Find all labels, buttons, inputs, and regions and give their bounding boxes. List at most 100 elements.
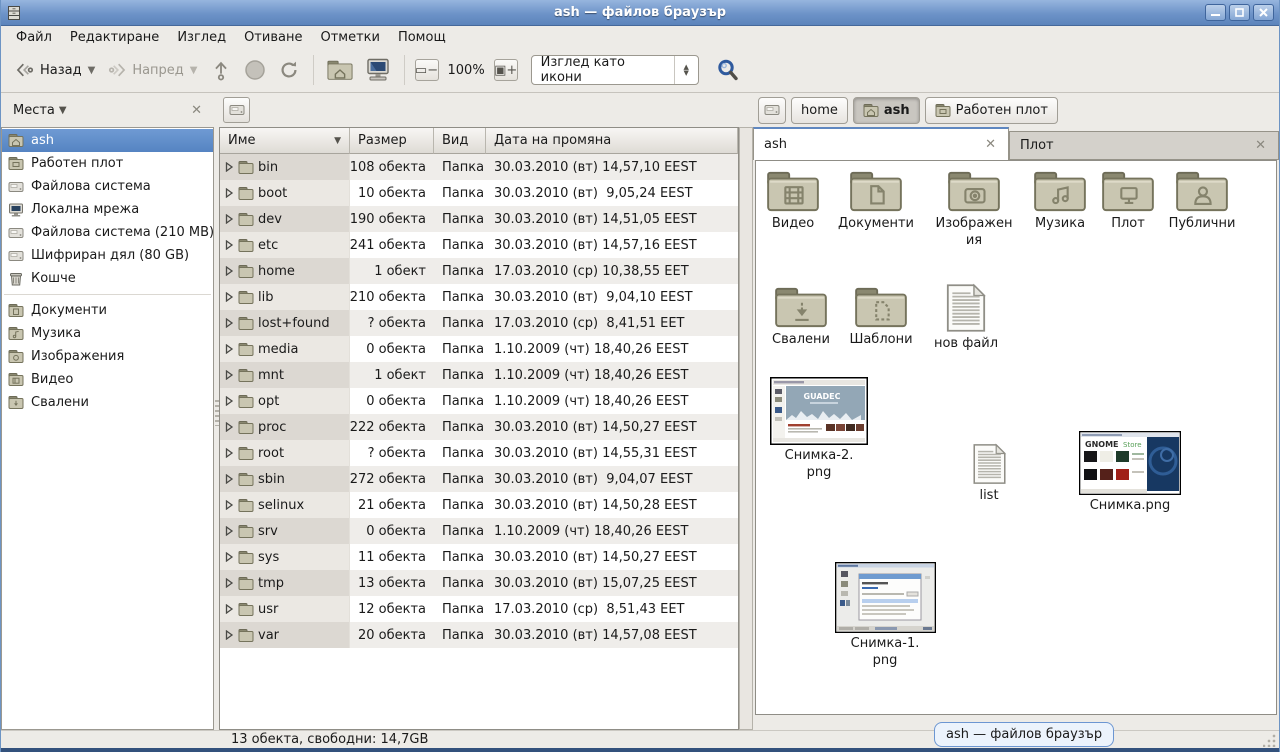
file-item---1.png[interactable]: Снимка-1.png — [829, 562, 941, 670]
back-button[interactable]: Назад ▼ — [9, 55, 101, 85]
table-row[interactable]: lib210 обектаПапка30.03.2010 (вт) 9,04,1… — [220, 284, 738, 310]
tree-expander-icon[interactable] — [224, 370, 234, 380]
stop-button[interactable] — [238, 54, 272, 86]
table-row[interactable]: opt0 обектаПапка1.10.2009 (чт) 18,40,26 … — [220, 388, 738, 414]
tree-expander-icon[interactable] — [224, 396, 234, 406]
pathbar-desktop-button[interactable]: Работен плот — [925, 97, 1058, 124]
file-item-list[interactable]: list — [949, 443, 1029, 505]
table-row[interactable]: bin108 обектаПапка30.03.2010 (вт) 14,57,… — [220, 154, 738, 180]
sidebar-item-downloads[interactable]: Свалени — [2, 391, 213, 414]
pathbar-root-button[interactable] — [758, 97, 786, 124]
tree-root-button[interactable] — [223, 97, 250, 123]
table-row[interactable]: var20 обектаПапка30.03.2010 (вт) 14,57,0… — [220, 622, 738, 648]
search-button[interactable] — [713, 55, 743, 85]
menu-item-bookmarks[interactable]: Отметки — [311, 28, 388, 47]
zoom-out-button[interactable]: ▭− — [415, 59, 439, 81]
places-select[interactable]: Места — [13, 103, 55, 118]
table-row[interactable]: tmp13 обектаПапка30.03.2010 (вт) 15,07,2… — [220, 570, 738, 596]
table-row[interactable]: home1 обектПапка17.03.2010 (ср) 10,38,55… — [220, 258, 738, 284]
sidebar-item-ash[interactable]: ash — [2, 129, 213, 152]
menu-item-file[interactable]: Файл — [7, 28, 61, 47]
sidebar-item-trash[interactable]: Кошче — [2, 267, 213, 290]
sidebar-close-button[interactable]: ✕ — [188, 102, 205, 119]
tree-expander-icon[interactable] — [224, 162, 234, 172]
view-mode-select[interactable]: Изглед като икони ▲▼ — [531, 55, 699, 85]
file-item--[interactable]: Свалени — [760, 285, 842, 349]
sidebar-item-desktop[interactable]: Работен плот — [2, 152, 213, 175]
resize-grip[interactable] — [1263, 733, 1277, 747]
tree-scrollbar[interactable] — [739, 127, 753, 730]
file-item--[interactable]: Видео — [757, 169, 829, 233]
sidebar-item-encrypted-80gb[interactable]: Шифриран дял (80 GB) — [2, 244, 213, 267]
table-row[interactable]: sbin272 обектаПапка30.03.2010 (вт) 9,04,… — [220, 466, 738, 492]
menu-item-edit[interactable]: Редактиране — [61, 28, 168, 47]
tree-expander-icon[interactable] — [224, 240, 234, 250]
column-header-name[interactable]: Име▼ — [220, 128, 350, 154]
reload-button[interactable] — [272, 54, 306, 86]
computer-button[interactable] — [359, 52, 397, 88]
maximize-button[interactable] — [1229, 4, 1250, 21]
table-row[interactable]: sys11 обектаПапка30.03.2010 (вт) 14,50,2… — [220, 544, 738, 570]
file-item--[interactable]: Плот — [1093, 169, 1163, 233]
tree-expander-icon[interactable] — [224, 578, 234, 588]
table-row[interactable]: dev190 обектаПапка30.03.2010 (вт) 14,51,… — [220, 206, 738, 232]
file-item--[interactable]: Документи — [830, 169, 922, 233]
tree-expander-icon[interactable] — [224, 448, 234, 458]
file-item--[interactable]: Музика — [1020, 169, 1100, 233]
sidebar-item-filesystem[interactable]: Файлова система — [2, 175, 213, 198]
back-dropdown-icon[interactable]: ▼ — [88, 65, 96, 76]
tree-expander-icon[interactable] — [224, 630, 234, 640]
sidebar-item-music[interactable]: Музика — [2, 322, 213, 345]
tree-expander-icon[interactable] — [224, 500, 234, 510]
file-item--.png[interactable]: GNOME Store Снимка.png — [1068, 431, 1192, 515]
tree-expander-icon[interactable] — [224, 422, 234, 432]
table-row[interactable]: usr12 обектаПапка17.03.2010 (ср) 8,51,43… — [220, 596, 738, 622]
tree-expander-icon[interactable] — [224, 214, 234, 224]
tree-expander-icon[interactable] — [224, 292, 234, 302]
zoom-in-button[interactable]: ▣+ — [494, 59, 518, 81]
tab-plot[interactable]: Плот✕ — [1009, 131, 1279, 160]
close-button[interactable] — [1253, 4, 1274, 21]
table-row[interactable]: srv0 обектаПапка1.10.2009 (чт) 18,40,26 … — [220, 518, 738, 544]
tree-expander-icon[interactable] — [224, 552, 234, 562]
tree-expander-icon[interactable] — [224, 318, 234, 328]
forward-dropdown-icon[interactable]: ▼ — [190, 65, 198, 76]
file-item---2.png[interactable]: GUADEC Снимка-2.png — [764, 377, 874, 482]
menu-item-view[interactable]: Изглед — [168, 28, 235, 47]
file-item--[interactable]: нов файл — [925, 283, 1007, 353]
table-row[interactable]: selinux21 обектаПапка30.03.2010 (вт) 14,… — [220, 492, 738, 518]
sidebar-item-documents[interactable]: Документи — [2, 299, 213, 322]
column-header-size[interactable]: Размер — [350, 128, 434, 154]
menu-item-go[interactable]: Отиване — [235, 28, 311, 47]
file-item--[interactable]: Шаблони — [840, 285, 922, 349]
table-row[interactable]: media0 обектаПапка1.10.2009 (чт) 18,40,2… — [220, 336, 738, 362]
tab-close-icon[interactable]: ✕ — [983, 137, 998, 152]
table-row[interactable]: mnt1 обектПапка1.10.2009 (чт) 18,40,26 E… — [220, 362, 738, 388]
table-row[interactable]: etc241 обектаПапка30.03.2010 (вт) 14,57,… — [220, 232, 738, 258]
file-item--[interactable]: Изображения — [928, 169, 1020, 250]
sidebar-item-network[interactable]: Локална мрежа — [2, 198, 213, 221]
tab-ash[interactable]: ash✕ — [753, 127, 1009, 160]
pathbar-home-button[interactable]: home — [791, 97, 848, 124]
table-row[interactable]: boot10 обектаПапка30.03.2010 (вт) 9,05,2… — [220, 180, 738, 206]
sidebar-item-videos[interactable]: Видео — [2, 368, 213, 391]
sidebar-item-pictures[interactable]: Изображения — [2, 345, 213, 368]
tab-close-icon[interactable]: ✕ — [1253, 138, 1268, 153]
home-button[interactable] — [321, 54, 359, 86]
column-header-type[interactable]: Вид — [434, 128, 486, 154]
table-row[interactable]: root? обектаПапка30.03.2010 (вт) 14,55,3… — [220, 440, 738, 466]
tree-expander-icon[interactable] — [224, 266, 234, 276]
forward-button[interactable]: Напред ▼ — [101, 55, 203, 85]
up-button[interactable] — [204, 53, 238, 87]
tree-expander-icon[interactable] — [224, 474, 234, 484]
pathbar-ash-button[interactable]: ash — [853, 97, 920, 124]
table-row[interactable]: proc222 обектаПапка30.03.2010 (вт) 14,50… — [220, 414, 738, 440]
menu-item-help[interactable]: Помощ — [389, 28, 455, 47]
table-row[interactable]: lost+found? обектаПапка17.03.2010 (ср) 8… — [220, 310, 738, 336]
tree-expander-icon[interactable] — [224, 526, 234, 536]
tree-expander-icon[interactable] — [224, 604, 234, 614]
minimize-button[interactable] — [1205, 4, 1226, 21]
tree-expander-icon[interactable] — [224, 344, 234, 354]
file-item--[interactable]: Публични — [1158, 169, 1246, 233]
tree-expander-icon[interactable] — [224, 188, 234, 198]
